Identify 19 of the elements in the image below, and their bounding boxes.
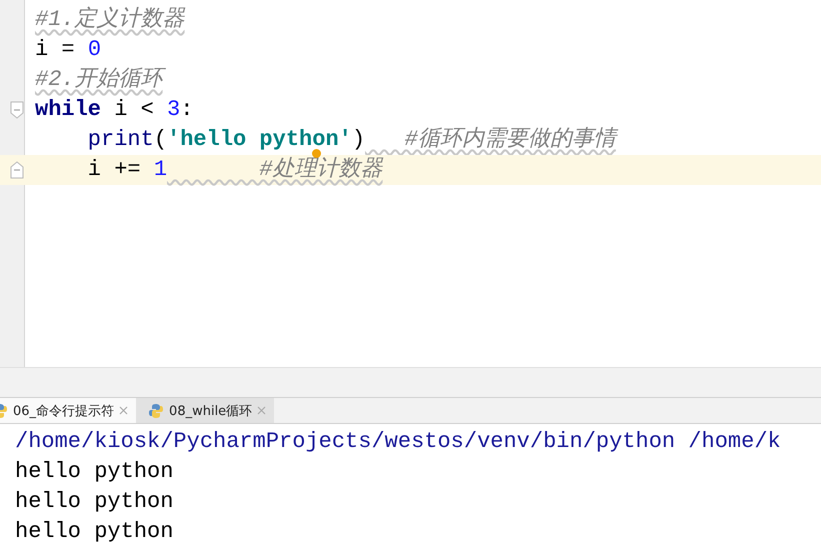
output-line: hello python <box>15 488 174 516</box>
code-line: #1.定义计数器 <box>35 9 185 31</box>
close-icon[interactable] <box>119 406 128 416</box>
output-line: hello python <box>15 518 174 546</box>
output-line: hello python <box>15 458 174 486</box>
tab-label: 08_while循环 <box>169 402 252 420</box>
code-line: i += 1 #处理计数器 <box>86 159 383 181</box>
run-tab[interactable]: 08_while循环 <box>136 398 274 423</box>
run-tab[interactable]: 06_命令行提示符 <box>0 398 136 423</box>
code-line: while i < 3: <box>35 99 194 121</box>
tab-label: 06_命令行提示符 <box>13 402 114 420</box>
command-line: /home/kiosk/PycharmProjects/westos/venv/bin/python /home/k <box>15 428 782 456</box>
code-line: print('hello python') #循环内需要做的事情 <box>35 129 616 151</box>
close-icon[interactable] <box>257 406 266 416</box>
fold-icon[interactable] <box>10 161 24 179</box>
code-line: i = 0 <box>35 39 102 61</box>
python-icon <box>148 402 164 419</box>
code-editor[interactable]: #1.定义计数器 i = 0 #2.开始循环 while i < 3: print('hello python') #循环内需要做的事情 i += 1 #处理计数器 <box>0 0 821 367</box>
intention-dot-icon[interactable] <box>312 149 321 158</box>
